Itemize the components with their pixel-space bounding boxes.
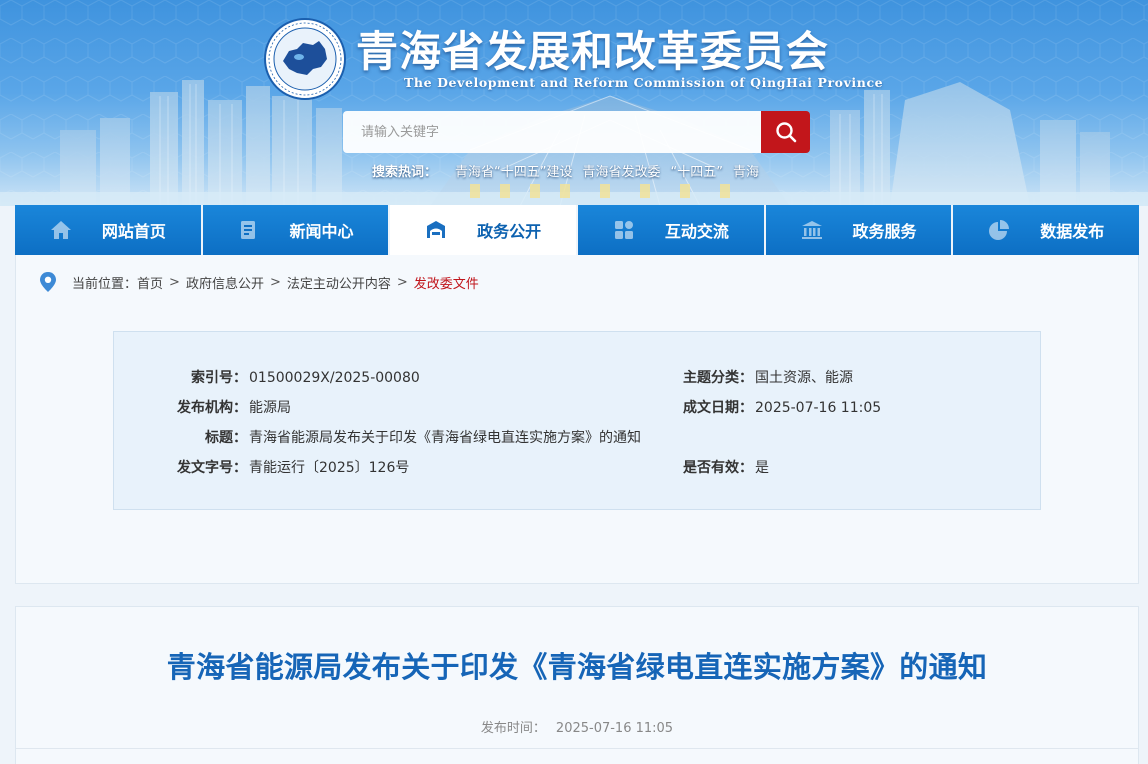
meta-title: 标题： 青海省能源局发布关于印发《青海省绿电直连实施方案》的通知: [113, 427, 641, 447]
nav-item-interaction[interactable]: 互动交流: [578, 205, 764, 255]
nav-item-service[interactable]: 政务服务: [765, 205, 952, 255]
meta-value: 2025-07-16 11:05: [755, 400, 882, 416]
meta-publisher: 发布机构： 能源局: [113, 397, 291, 417]
open-gov-icon: [425, 219, 447, 241]
nav-item-label: 网站首页: [101, 222, 166, 241]
interaction-icon: [613, 219, 635, 241]
nav-item-open-gov[interactable]: 政务公开: [390, 205, 577, 255]
home-icon: [50, 219, 72, 241]
breadcrumb-separator: >: [269, 274, 281, 290]
meta-key: 索引号：: [191, 370, 247, 386]
meta-value: 国土资源、能源: [755, 370, 853, 386]
hotword-link[interactable]: 青海: [733, 161, 759, 180]
breadcrumb-item-current[interactable]: 发改委文件: [414, 273, 479, 292]
nav-item-label: 政务服务: [852, 222, 917, 241]
breadcrumb-label: 当前位置：: [72, 276, 138, 292]
breadcrumb-item-home[interactable]: 首页: [137, 273, 163, 292]
main-nav: 网站首页 新闻中心 政务公开 互动交流 政务服务 数据发布: [15, 205, 1140, 255]
meta-doc-no: 发文字号： 青能运行〔2025〕126号: [113, 457, 409, 477]
publish-time: 发布时间： 2025-07-16 11:05: [0, 717, 1148, 736]
publish-time-value: 2025-07-16 11:05: [555, 721, 674, 736]
search-input[interactable]: [343, 111, 761, 153]
meta-key: 成文日期：: [683, 400, 753, 416]
meta-value: 青海省能源局发布关于印发《青海省绿电直连实施方案》的通知: [249, 430, 641, 446]
nav-item-data[interactable]: 数据发布: [953, 205, 1140, 255]
article-title: 青海省能源局发布关于印发《青海省绿电直连实施方案》的通知: [166, 650, 988, 684]
breadcrumb-item-public-content[interactable]: 法定主动公开内容: [287, 273, 391, 292]
data-pie-icon: [988, 219, 1010, 241]
document-metadata-box: [113, 331, 1041, 510]
breadcrumb-item-gov-info[interactable]: 政府信息公开: [186, 273, 264, 292]
search-button[interactable]: [761, 111, 810, 153]
meta-value: 01500029X/2025-00080: [249, 370, 420, 386]
search-hotwords: 搜索热词： 青海省“十四五”建设 青海省发改委 “十四五” 青海: [372, 161, 769, 180]
nav-item-label: 政务公开: [477, 222, 542, 241]
meta-valid: 是否有效：是: [683, 457, 769, 477]
hotwords-label: 搜索热词：: [372, 165, 438, 180]
meta-key: 是否有效：: [683, 460, 753, 476]
meta-key: 标题：: [205, 430, 247, 446]
header-banner: 青海省发展和改革委员会 The Development and Reform C…: [0, 0, 1148, 206]
breadcrumb-separator: >: [169, 274, 180, 290]
publish-time-label: 发布时间：: [480, 721, 546, 736]
site-subtitle: The Development and Reform Commission of…: [404, 75, 884, 90]
meta-date: 成文日期： 2025-07-16 11:05: [683, 397, 881, 417]
nav-item-label: 新闻中心: [289, 222, 354, 241]
meta-key: 发布机构：: [177, 400, 247, 416]
meta-value: 能源局: [249, 400, 291, 416]
service-icon: [801, 219, 823, 241]
breadcrumb-separator: >: [396, 274, 408, 290]
article-divider: [16, 748, 1138, 749]
breadcrumb: 当前位置： 首页 > 政府信息公开 > 法定主动公开内容 > 发改委文件: [38, 271, 479, 293]
site-title: 青海省发展和改革委员会: [356, 27, 830, 76]
meta-value: 是: [755, 460, 769, 476]
news-icon: [238, 219, 260, 241]
hotword-link[interactable]: 青海省发改委: [583, 161, 661, 180]
meta-key: 主题分类：: [683, 370, 753, 386]
meta-key: 发文字号：: [177, 460, 247, 476]
location-pin-icon: [40, 272, 56, 292]
meta-value: 青能运行〔2025〕126号: [249, 460, 410, 476]
search-icon: [775, 122, 796, 143]
meta-index-no: 索引号： 01500029X/2025-00080: [113, 367, 420, 387]
hotword-link[interactable]: “十四五”: [671, 161, 723, 180]
nav-item-news[interactable]: 新闻中心: [202, 205, 389, 255]
province-map-emblem-icon: [264, 18, 346, 100]
nav-item-label: 数据发布: [1040, 222, 1105, 241]
hotword-link[interactable]: 青海省“十四五”建设: [455, 161, 572, 180]
meta-topic: 主题分类： 国土资源、能源: [683, 367, 853, 387]
nav-item-label: 互动交流: [664, 222, 729, 241]
nav-item-home[interactable]: 网站首页: [15, 205, 201, 255]
